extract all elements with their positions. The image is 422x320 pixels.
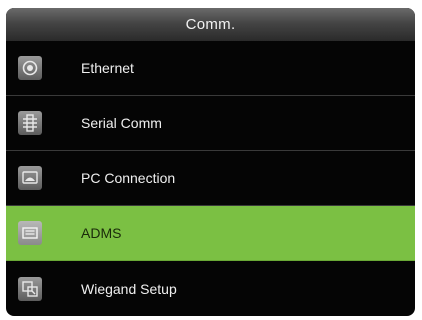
menu-item-label: Ethernet <box>81 60 134 76</box>
menu-item-wiegand-setup[interactable]: Wiegand Setup <box>6 261 415 316</box>
wiegand-setup-icon <box>18 276 42 301</box>
menu-item-adms[interactable]: ADMS <box>6 206 415 261</box>
device-screen: Comm. Ethernet Serial Comm PC Connection… <box>6 8 415 316</box>
menu-item-ethernet[interactable]: Ethernet <box>6 41 415 96</box>
page-title: Comm. <box>6 8 415 41</box>
pc-connection-icon <box>18 166 42 190</box>
ethernet-icon <box>18 56 42 80</box>
menu-item-label: Serial Comm <box>81 115 162 131</box>
menu-item-label: ADMS <box>81 225 122 241</box>
comm-menu: Ethernet Serial Comm PC Connection ADMS … <box>6 41 415 316</box>
menu-item-serial-comm[interactable]: Serial Comm <box>6 96 415 151</box>
menu-item-label: Wiegand Setup <box>81 280 177 297</box>
menu-item-label: PC Connection <box>81 170 176 186</box>
adms-icon <box>18 221 42 245</box>
menu-item-pc-connection[interactable]: PC Connection <box>6 151 415 206</box>
serial-comm-icon <box>18 111 42 135</box>
